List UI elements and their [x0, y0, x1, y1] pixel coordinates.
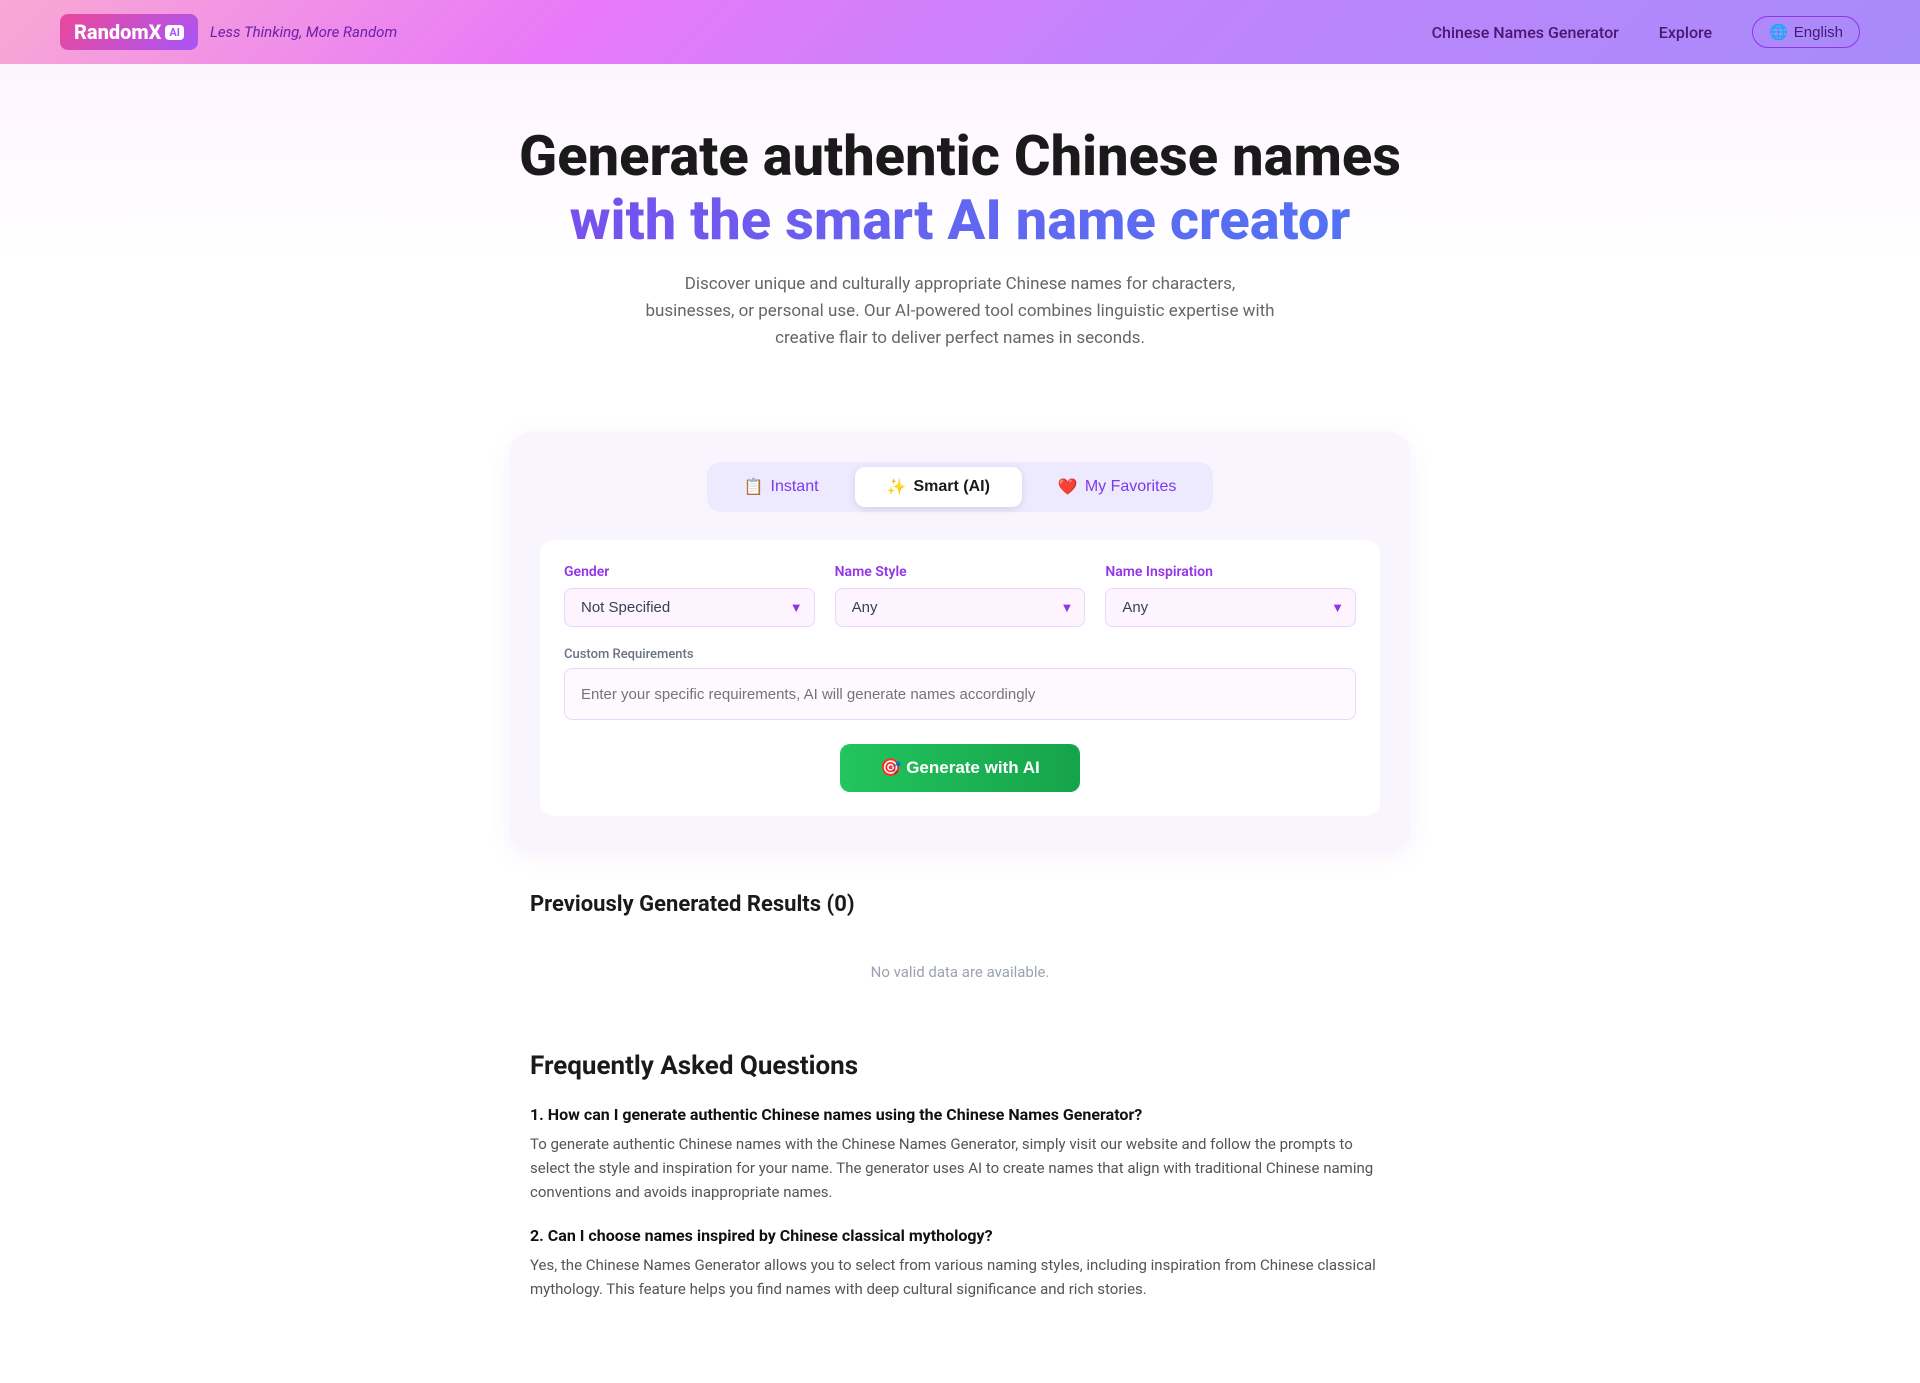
- inspiration-select-wrapper: Any Nature Mythology Virtue ▼: [1105, 588, 1356, 627]
- faq-q-1: 1. How can I generate authentic Chinese …: [530, 1105, 1390, 1124]
- nav-explore[interactable]: Explore: [1659, 23, 1712, 42]
- form-group-style: Name Style Any Traditional Modern Classi…: [835, 564, 1086, 627]
- logo-ai-badge: AI: [165, 25, 184, 40]
- inspiration-label: Name Inspiration: [1105, 564, 1356, 580]
- faq-item-1: 1. How can I generate authentic Chinese …: [530, 1105, 1390, 1204]
- tagline: Less Thinking, More Random: [210, 23, 397, 41]
- custom-req-group: Custom Requirements: [564, 647, 1356, 720]
- hero-section: Generate authentic Chinese names with th…: [0, 64, 1920, 392]
- logo-text: RandomX: [74, 20, 161, 44]
- tab-favorites-icon: ❤️: [1058, 477, 1078, 497]
- form-row-dropdowns: Gender Not Specified Male Female ▼ Name …: [564, 564, 1356, 627]
- gender-label: Gender: [564, 564, 815, 580]
- inspiration-select[interactable]: Any Nature Mythology Virtue: [1105, 588, 1356, 627]
- generate-icon: 🎯: [880, 758, 901, 777]
- language-button[interactable]: 🌐 English: [1752, 16, 1860, 48]
- style-label: Name Style: [835, 564, 1086, 580]
- custom-req-input[interactable]: [564, 668, 1356, 720]
- gender-select[interactable]: Not Specified Male Female: [564, 588, 815, 627]
- header-left: RandomX AI Less Thinking, More Random: [60, 14, 397, 50]
- custom-req-label: Custom Requirements: [564, 647, 1356, 662]
- tab-smart-ai[interactable]: ✨ Smart (AI): [855, 467, 1022, 507]
- style-select-wrapper: Any Traditional Modern Classical ▼: [835, 588, 1086, 627]
- results-section: Previously Generated Results (0) No vali…: [510, 892, 1410, 1011]
- generate-label: Generate with AI: [906, 758, 1040, 777]
- tab-favorites[interactable]: ❤️ My Favorites: [1026, 467, 1209, 507]
- tabs-bar: 📋 Instant ✨ Smart (AI) ❤️ My Favorites: [707, 462, 1214, 512]
- hero-title: Generate authentic Chinese names with th…: [20, 124, 1900, 253]
- main-card: 📋 Instant ✨ Smart (AI) ❤️ My Favorites G…: [510, 432, 1410, 852]
- hero-title-line2: with the smart AI name creator: [20, 188, 1900, 252]
- faq-title: Frequently Asked Questions: [530, 1051, 1390, 1081]
- gender-select-wrapper: Not Specified Male Female ▼: [564, 588, 815, 627]
- header: RandomX AI Less Thinking, More Random Ch…: [0, 0, 1920, 64]
- style-select[interactable]: Any Traditional Modern Classical: [835, 588, 1086, 627]
- faq-section: Frequently Asked Questions 1. How can I …: [510, 1051, 1410, 1383]
- no-data-message: No valid data are available.: [530, 933, 1390, 1011]
- logo[interactable]: RandomX AI: [60, 14, 198, 50]
- faq-q-2: 2. Can I choose names inspired by Chines…: [530, 1226, 1390, 1245]
- faq-item-2: 2. Can I choose names inspired by Chines…: [530, 1226, 1390, 1301]
- tab-instant-label: Instant: [771, 478, 819, 496]
- results-title: Previously Generated Results (0): [530, 892, 1390, 917]
- form-group-inspiration: Name Inspiration Any Nature Mythology Vi…: [1105, 564, 1356, 627]
- hero-title-line1: Generate authentic Chinese names: [20, 124, 1900, 188]
- form-area: Gender Not Specified Male Female ▼ Name …: [540, 540, 1380, 816]
- nav-generator[interactable]: Chinese Names Generator: [1432, 23, 1619, 42]
- generate-button[interactable]: 🎯 Generate with AI: [840, 744, 1079, 792]
- tab-instant-icon: 📋: [744, 477, 764, 497]
- tab-favorites-label: My Favorites: [1085, 478, 1177, 496]
- faq-a-1: To generate authentic Chinese names with…: [530, 1132, 1390, 1204]
- language-label: English: [1794, 24, 1843, 41]
- tab-instant[interactable]: 📋 Instant: [712, 467, 851, 507]
- tab-smart-label: Smart (AI): [913, 478, 989, 496]
- tab-smart-icon: ✨: [887, 477, 907, 497]
- form-group-gender: Gender Not Specified Male Female ▼: [564, 564, 815, 627]
- globe-icon: 🌐: [1769, 23, 1788, 41]
- header-nav: Chinese Names Generator Explore 🌐 Englis…: [1432, 16, 1860, 48]
- faq-a-2: Yes, the Chinese Names Generator allows …: [530, 1253, 1390, 1301]
- hero-subtitle: Discover unique and culturally appropria…: [640, 271, 1280, 353]
